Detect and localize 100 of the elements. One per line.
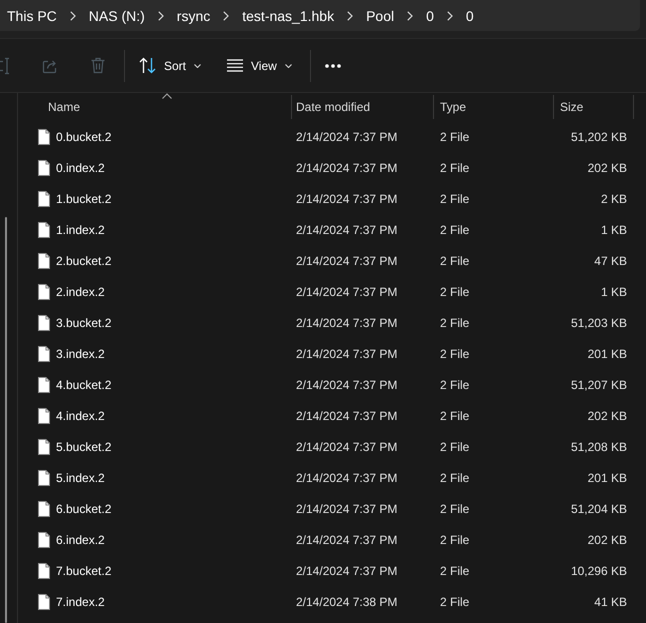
- date-cell-text: 2/14/2024 7:37 PM: [295, 316, 398, 330]
- size-cell-text: 201 KB: [586, 346, 628, 360]
- toolbar-button[interactable]: View: [219, 50, 300, 82]
- date-cell-text: 2/14/2024 7:37 PM: [295, 378, 398, 392]
- more-icon: [324, 64, 341, 68]
- file-name[interactable]: 6.index.2: [56, 532, 105, 546]
- file-name[interactable]: 1.bucket.2: [56, 192, 112, 206]
- file-icon: [38, 408, 50, 424]
- breadcrumb-item[interactable]: Pool: [359, 4, 402, 28]
- chevron-right-icon[interactable]: [70, 10, 76, 20]
- file-name[interactable]: 4.bucket.2: [56, 378, 112, 392]
- type-cell-text: 2 File: [439, 564, 470, 578]
- file-name[interactable]: 4.index.2: [56, 408, 105, 422]
- file-name[interactable]: 5.index.2: [56, 470, 105, 484]
- column-header[interactable]: Size: [554, 95, 634, 119]
- type-cell-text: 2 File: [439, 408, 470, 422]
- type-cell-text: 2 File: [439, 160, 470, 174]
- chevron-right-icon[interactable]: [223, 10, 230, 20]
- type-cell-text: 2 File: [439, 346, 470, 360]
- sort-arrows-icon: [139, 57, 156, 74]
- type-cell-text: 2 File: [439, 378, 470, 392]
- file-name[interactable]: 0.bucket.2: [56, 130, 112, 144]
- file-icon: [38, 160, 50, 176]
- type-cell-text: 2 File: [439, 470, 470, 484]
- file-name[interactable]: 5.bucket.2: [56, 440, 112, 454]
- date-cell-text: 2/14/2024 7:37 PM: [295, 130, 398, 144]
- file-icon: [38, 470, 50, 486]
- size-cell-text: 51,203 KB: [570, 316, 628, 330]
- column-header[interactable]: Date modified: [292, 95, 434, 119]
- text-cursor-icon: [0, 56, 11, 74]
- size-cell-text: 47 KB: [593, 254, 628, 268]
- share-icon: [42, 58, 58, 74]
- file-name[interactable]: 2.index.2: [56, 284, 105, 298]
- date-cell-text: 2/14/2024 7:37 PM: [295, 160, 398, 174]
- date-cell-text: 2/14/2024 7:37 PM: [295, 254, 398, 268]
- scrollbar-thumb[interactable]: [5, 217, 7, 623]
- file-icon: [38, 346, 50, 362]
- file-icon: [38, 222, 50, 238]
- type-cell-text: 2 File: [439, 192, 470, 206]
- size-cell-text: 202 KB: [586, 532, 628, 546]
- file-name[interactable]: 1.index.2: [56, 222, 105, 236]
- date-cell-text: 2/14/2024 7:37 PM: [295, 502, 398, 516]
- file-icon: [38, 500, 50, 516]
- size-cell-text: 2 KB: [600, 192, 628, 206]
- date-cell-text: 2/14/2024 7:37 PM: [295, 192, 398, 206]
- breadcrumb-item[interactable]: rsync: [170, 4, 218, 28]
- file-icon: [38, 252, 50, 268]
- file-name[interactable]: 2.bucket.2: [56, 254, 112, 268]
- type-cell-text: 2 File: [439, 254, 470, 268]
- date-cell-text: 2/14/2024 7:37 PM: [295, 564, 398, 578]
- column-header[interactable]: Name: [18, 95, 292, 119]
- chevron-right-icon[interactable]: [446, 10, 453, 20]
- breadcrumb-item[interactable]: 0: [458, 4, 481, 28]
- file-name[interactable]: 0.index.2: [56, 160, 105, 174]
- chevron-right-icon[interactable]: [158, 10, 164, 20]
- date-cell-text: 2/14/2024 7:38 PM: [295, 594, 398, 608]
- size-cell-text: 1 KB: [600, 284, 628, 298]
- file-icon: [38, 376, 50, 392]
- type-cell-text: 2 File: [439, 316, 470, 330]
- size-cell-text: 51,208 KB: [570, 440, 628, 454]
- file-name[interactable]: 7.index.2: [56, 594, 105, 608]
- type-cell-text: 2 File: [439, 222, 470, 236]
- type-cell-text: 2 File: [439, 440, 470, 454]
- file-name[interactable]: 6.bucket.2: [56, 502, 112, 516]
- date-cell-text: 2/14/2024 7:37 PM: [295, 284, 398, 298]
- file-name[interactable]: 3.bucket.2: [56, 316, 112, 330]
- trash-icon: [90, 57, 106, 74]
- type-cell-text: 2 File: [439, 594, 470, 608]
- file-icon: [38, 314, 50, 330]
- breadcrumb-item[interactable]: This PC: [0, 4, 64, 28]
- size-cell-text: 1 KB: [600, 222, 628, 236]
- type-cell-text: 2 File: [439, 532, 470, 546]
- file-icon: [38, 532, 50, 548]
- file-name[interactable]: 7.bucket.2: [56, 564, 112, 578]
- size-cell-text: 10,296 KB: [570, 564, 628, 578]
- chevron-right-icon[interactable]: [407, 10, 414, 20]
- file-icon: [38, 128, 50, 144]
- date-cell-text: 2/14/2024 7:37 PM: [295, 408, 398, 422]
- type-cell-text: 2 File: [439, 130, 470, 144]
- file-icon: [38, 190, 50, 206]
- date-cell-text: 2/14/2024 7:37 PM: [295, 532, 398, 546]
- breadcrumb-item[interactable]: NAS (N:): [82, 4, 152, 28]
- date-cell-text: 2/14/2024 7:37 PM: [295, 222, 398, 236]
- toolbar-button[interactable]: Sort: [131, 50, 210, 82]
- size-cell-text: 51,204 KB: [570, 502, 628, 516]
- date-cell-text: 2/14/2024 7:37 PM: [295, 346, 398, 360]
- size-cell-text: 51,202 KB: [570, 130, 628, 144]
- size-cell-text: 202 KB: [586, 160, 628, 174]
- file-icon: [38, 284, 50, 300]
- address-bar[interactable]: This PC NAS (N:) rsync test-nas_1.hbk Pool 0 0: [0, 0, 640, 31]
- type-cell-text: 2 File: [439, 502, 470, 516]
- date-cell-text: 2/14/2024 7:37 PM: [295, 470, 398, 484]
- date-cell-text: 2/14/2024 7:37 PM: [295, 440, 398, 454]
- size-cell-text: 51,207 KB: [570, 378, 628, 392]
- file-name[interactable]: 3.index.2: [56, 346, 105, 360]
- chevron-right-icon[interactable]: [347, 10, 354, 20]
- breadcrumb-item[interactable]: 0: [419, 4, 441, 28]
- column-header[interactable]: Type: [434, 95, 554, 119]
- size-cell-text: 202 KB: [586, 408, 628, 422]
- breadcrumb-item[interactable]: test-nas_1.hbk: [235, 4, 342, 28]
